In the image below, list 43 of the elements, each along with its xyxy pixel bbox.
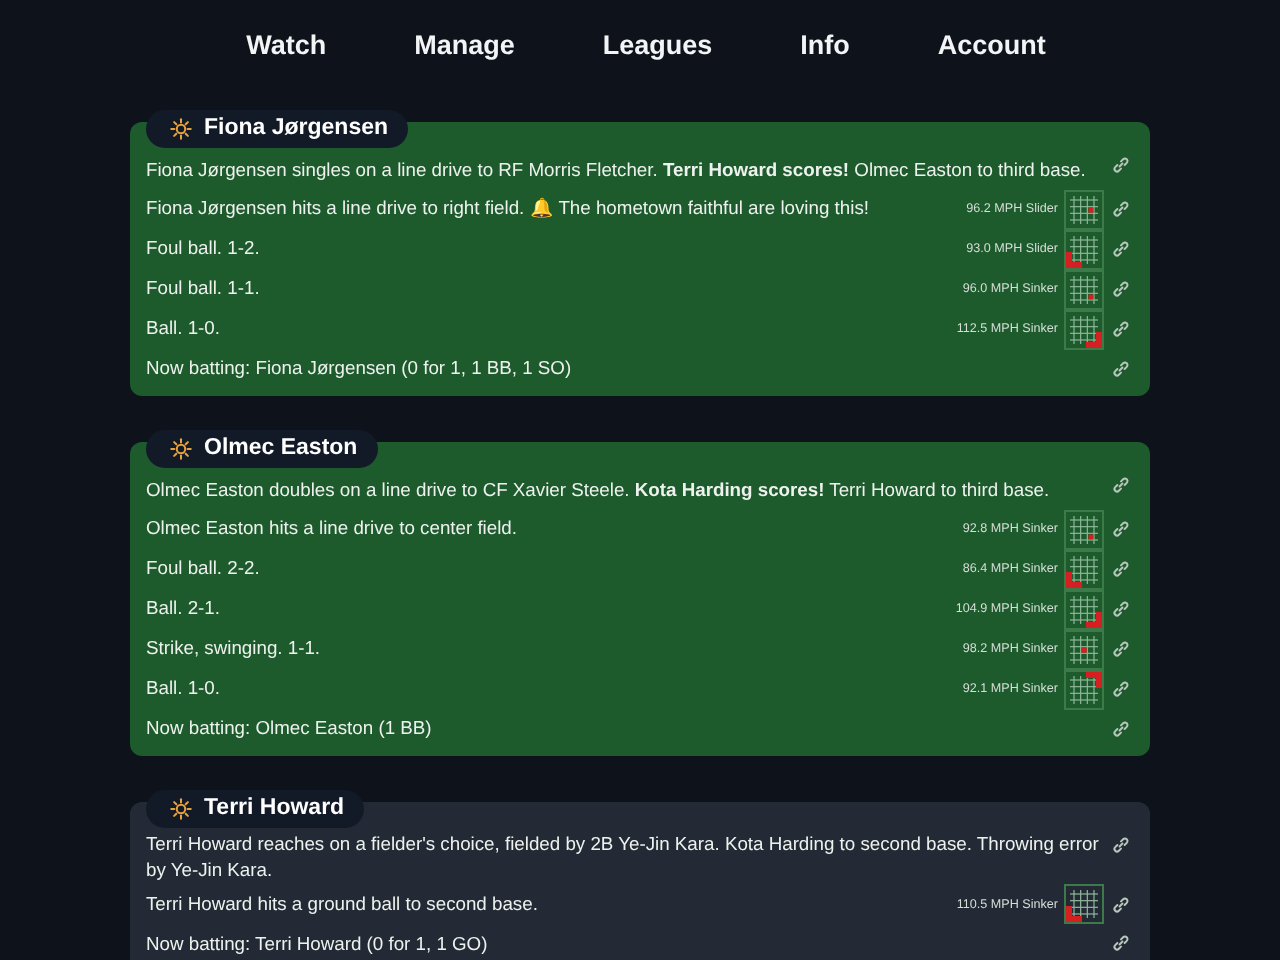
batter-name: Olmec Easton: [204, 436, 358, 460]
link-icon[interactable]: [1112, 476, 1130, 494]
play-text: Olmec Easton hits a line drive to center field.: [146, 514, 520, 543]
link-icon[interactable]: [1112, 359, 1130, 378]
play-text: Ball. 2-1.: [146, 594, 222, 623]
play-text: Fiona Jørgensen hits a line drive to right field. 🔔 The hometown faithful are loving this!: [146, 194, 871, 223]
nav-link[interactable]: Watch: [246, 29, 327, 59]
link-icon[interactable]: [1112, 719, 1130, 738]
nav-link[interactable]: Manage: [414, 29, 515, 59]
play-text: Foul ball. 2-2.: [146, 554, 262, 583]
batter-name: Terri Howard: [204, 796, 345, 820]
batter-name: Fiona Jørgensen: [204, 116, 389, 140]
play-text: Now batting: Terri Howard (0 for 1, 1 GO): [146, 929, 490, 958]
link-icon[interactable]: [1112, 280, 1130, 298]
nav-link[interactable]: Info: [800, 29, 850, 59]
link-icon[interactable]: [1112, 240, 1130, 258]
sun-icon: [170, 437, 192, 459]
play-text: Ball. 1-0.: [146, 674, 222, 703]
link-icon[interactable]: [1112, 640, 1130, 658]
link-icon[interactable]: [1112, 560, 1130, 578]
play-text: Now batting: Fiona Jørgensen (0 for 1, 1 BB, 1 SO): [146, 354, 574, 382]
link-icon[interactable]: [1112, 934, 1130, 953]
play-text: Ball. 1-0.: [146, 314, 222, 343]
play-text: Terri Howard reaches on a fielder's choice, fielded by 2B Ye-Jin Kara. Kota Harding to second base. Throwing error by Ye-Jin Kara.: [146, 830, 1101, 884]
nav-link[interactable]: Account: [937, 29, 1046, 59]
sun-icon: [170, 797, 192, 819]
play-text: Terri Howard hits a ground ball to second base.: [146, 889, 540, 918]
play-text: Strike, swinging. 1-1.: [146, 634, 323, 663]
link-icon[interactable]: [1112, 520, 1130, 538]
link-icon[interactable]: [1112, 200, 1130, 218]
link-icon[interactable]: [1112, 895, 1130, 913]
link-icon[interactable]: [1112, 836, 1130, 854]
play-text: Foul ball. 1-2.: [146, 234, 262, 263]
link-icon[interactable]: [1112, 156, 1130, 174]
link-icon[interactable]: [1112, 600, 1130, 618]
play-text: Foul ball. 1-1.: [146, 274, 262, 303]
play-text: Fiona Jørgensen singles on a line drive to RF Morris Fletcher. Terri Howard scores! Olmec Easton to third base.: [146, 155, 1088, 184]
link-icon[interactable]: [1112, 320, 1130, 338]
link-icon[interactable]: [1112, 680, 1130, 698]
play-text: Now batting: Olmec Easton (1 BB): [146, 714, 434, 742]
play-text: Olmec Easton doubles on a line drive to CF Xavier Steele. Kota Harding scores! Terri Howard to third base.: [146, 475, 1052, 504]
nav-link[interactable]: Leagues: [602, 29, 713, 59]
sun-icon: [170, 117, 192, 139]
